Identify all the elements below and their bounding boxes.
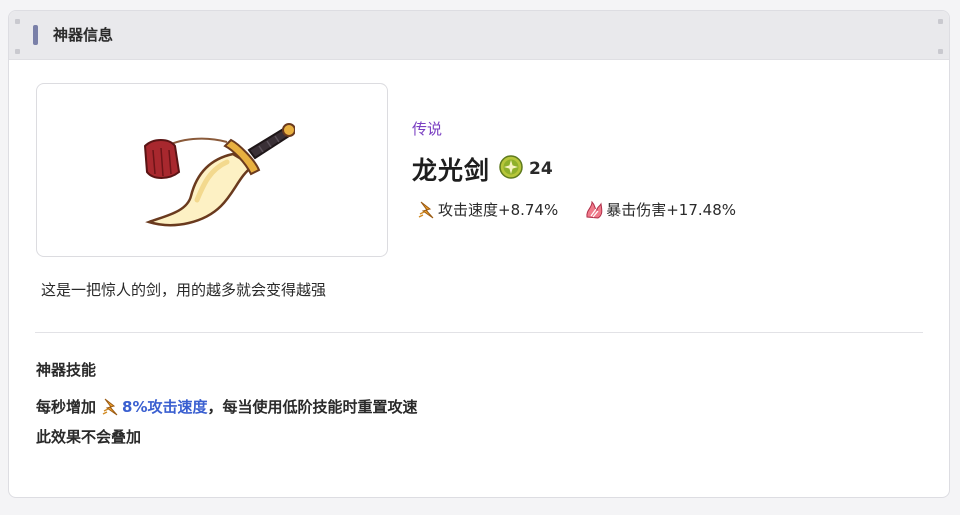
stat-list: 攻击速度+8.74% 暴击伤害+17.48% (418, 199, 762, 220)
stat-crit-damage: 暴击伤害+17.48% (584, 199, 736, 220)
corner-dot (15, 49, 20, 54)
artifact-name-row: 龙光剑 24 (412, 149, 553, 189)
stat-label: 攻击速度+8.74% (438, 201, 559, 219)
skill-text-prefix: 每秒增加 (36, 398, 97, 416)
crit-damage-icon (584, 200, 604, 220)
header-accent-bar (33, 25, 38, 45)
artifact-info-card: 神器信息 传说 龙光剑 24 攻击速度+8.74% 暴击伤害+17.48% 这是… (8, 10, 950, 498)
artifact-level: 24 (529, 159, 553, 179)
section-divider (35, 332, 923, 333)
artifact-name: 龙光剑 (412, 156, 491, 185)
skill-description-line2: 此效果不会叠加 (36, 428, 142, 446)
stat-label: 暴击伤害+17.48% (606, 201, 736, 219)
corner-dot (938, 49, 943, 54)
card-header: 神器信息 (9, 11, 949, 60)
corner-dot (938, 19, 943, 24)
skill-text-suffix: ，每当使用低阶技能时重置攻速 (207, 398, 418, 416)
rarity-label: 传说 (412, 120, 443, 138)
header-title: 神器信息 (53, 26, 114, 44)
attack-speed-icon (418, 200, 436, 220)
corner-dot (15, 19, 20, 24)
skill-description-line1: 每秒增加 8%攻击速度 ，每当使用低阶技能时重置攻速 (36, 396, 418, 417)
skill-section-title: 神器技能 (36, 361, 97, 379)
sword-icon (143, 123, 295, 227)
artifact-image-frame (36, 83, 388, 257)
stat-attack-speed: 攻击速度+8.74% (418, 199, 558, 220)
skill-highlight-value: 8%攻击速度 (122, 398, 208, 416)
level-star-icon (499, 155, 523, 183)
attack-speed-icon (102, 397, 120, 417)
artifact-description: 这是一把惊人的剑，用的越多就会变得越强 (41, 281, 327, 299)
